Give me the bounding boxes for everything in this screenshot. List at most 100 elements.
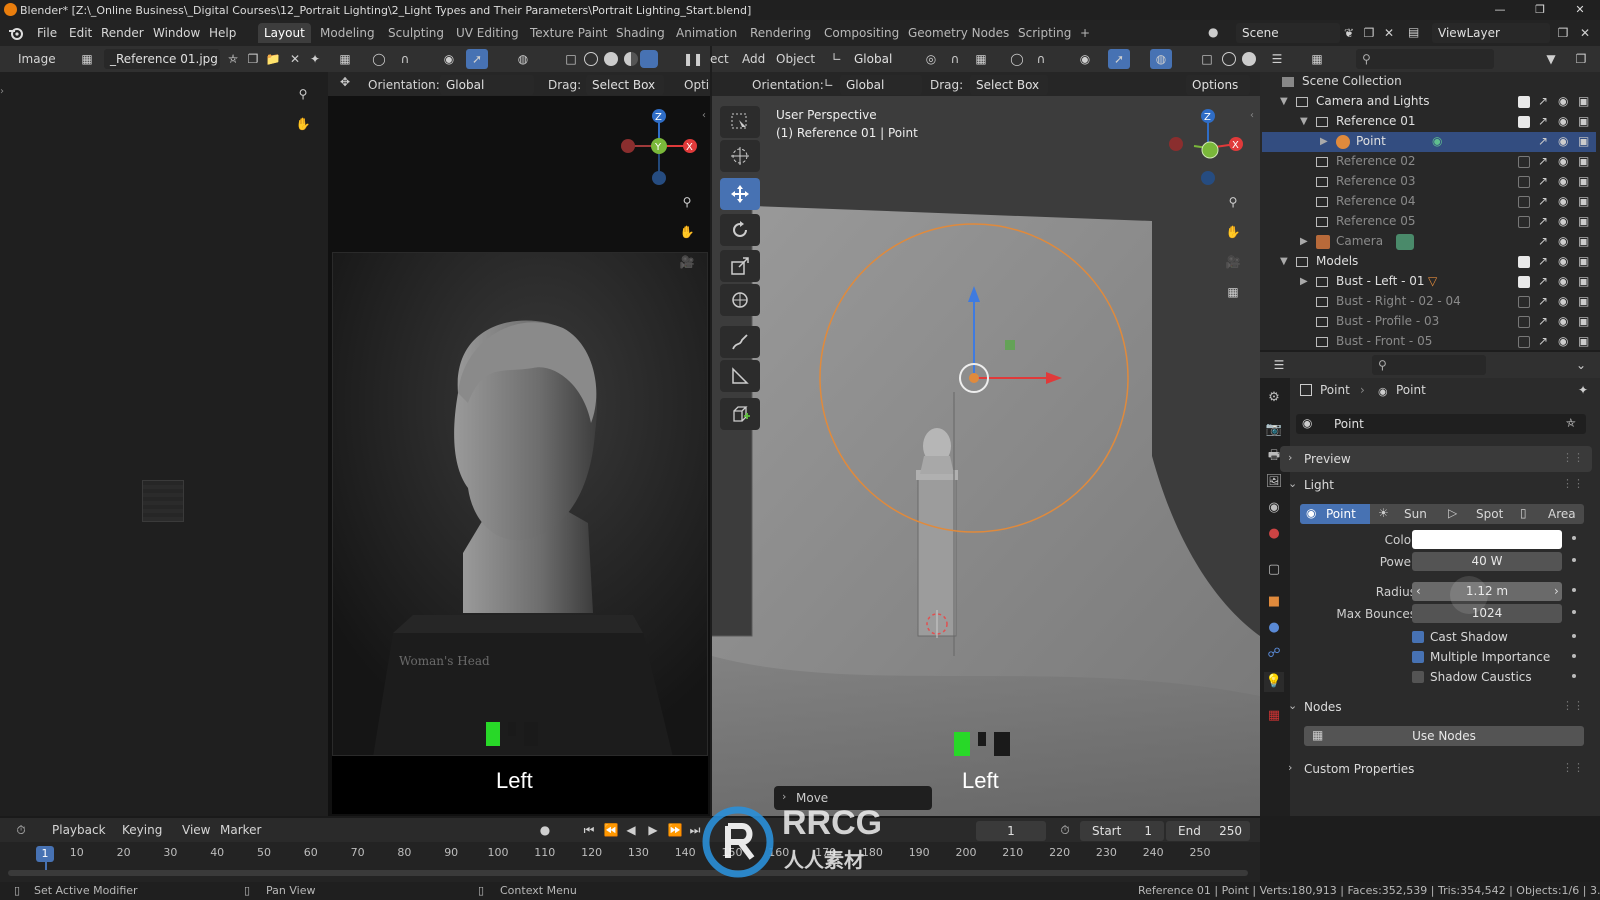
outliner-row-reference-02[interactable]: Reference 02 ↗ ◉ ▣ <box>1262 152 1596 172</box>
play-icon[interactable]: ▶ <box>642 820 664 840</box>
falloff-icon[interactable]: ∩ <box>394 49 416 69</box>
scene-tab-icon[interactable]: ◉ <box>1264 498 1284 518</box>
tab-layout[interactable]: Layout <box>258 23 311 43</box>
display-mode-icon[interactable]: ▦ <box>1306 49 1328 69</box>
zoom-view-icon[interactable]: ⚲ <box>676 192 698 212</box>
cursor-tool[interactable] <box>720 140 760 172</box>
tab-geometry-nodes[interactable]: Geometry Nodes <box>902 23 1015 43</box>
outliner-row-reference-05[interactable]: Reference 05 ↗ ◉ ▣ <box>1262 212 1596 232</box>
selectable-toggle-icon[interactable]: ↗ <box>1538 94 1548 108</box>
hide-viewport-eye-icon[interactable]: ◉ <box>1558 274 1568 288</box>
collapse-arrow-icon[interactable]: ▶ <box>1300 276 1308 287</box>
nodes-grip-icon[interactable]: ⋮⋮ <box>1562 699 1584 712</box>
pivot-icon[interactable]: ◎ <box>920 49 942 69</box>
cast-shadow-checkbox[interactable] <box>1412 631 1424 643</box>
shading-rendered-icon[interactable] <box>640 50 658 68</box>
zoom-main-icon[interactable]: ⚲ <box>1222 192 1244 212</box>
selectable-toggle-icon[interactable]: ↗ <box>1538 234 1548 248</box>
measure-tool[interactable] <box>720 360 760 392</box>
exclude-checkbox[interactable] <box>1518 96 1530 108</box>
max-bounces-keyframe-dot[interactable] <box>1572 610 1576 614</box>
radius-increment-icon[interactable]: › <box>1554 584 1559 598</box>
orientation-dropdown[interactable]: Global <box>440 75 534 95</box>
maximize-button[interactable]: ❐ <box>1520 0 1560 20</box>
duplicate-image-icon[interactable]: ❐ <box>242 49 264 69</box>
expand-arrow-icon[interactable]: ▼ <box>1300 116 1308 127</box>
exclude-checkbox[interactable] <box>1518 176 1530 188</box>
selectable-toggle-icon[interactable]: ↗ <box>1538 174 1548 188</box>
options-dropdown[interactable]: Opti <box>684 78 709 92</box>
use-nodes-button[interactable]: ▦ Use Nodes <box>1304 726 1584 746</box>
light-section[interactable]: ⌄ Light ⋮⋮ <box>1280 472 1592 498</box>
collection-tab-icon[interactable]: ▢ <box>1264 560 1284 580</box>
light-data-tab-icon[interactable]: 💡 <box>1264 672 1284 692</box>
color-swatch[interactable] <box>1412 530 1562 549</box>
image-browse-icon[interactable]: ▦ <box>76 49 98 69</box>
pin-scene-icon[interactable]: ❦ <box>1338 23 1360 43</box>
properties-search-input[interactable]: ⚲ <box>1372 355 1486 375</box>
multiple-importance-keyframe-dot[interactable] <box>1572 654 1576 658</box>
outliner-search-input[interactable]: ⚲ <box>1356 49 1494 69</box>
image-name-field[interactable]: _Reference 01.jpg <box>104 49 220 69</box>
fake-user-icon[interactable]: ⛤ <box>1566 416 1576 431</box>
power-keyframe-dot[interactable] <box>1572 558 1576 562</box>
render-camera-icon[interactable]: ▣ <box>1578 194 1589 208</box>
outliner-row-camera[interactable]: ▶ Camera ↗ ◉ ▣ <box>1262 232 1596 252</box>
multiple-importance-checkbox[interactable] <box>1412 651 1424 663</box>
xray-icon[interactable]: □ <box>560 49 582 69</box>
expand-arrow-icon[interactable]: ▼ <box>1280 96 1288 107</box>
hide-viewport-eye-icon[interactable]: ◉ <box>1558 234 1568 248</box>
outliner-row-point[interactable]: ▶ Point ◉ ↗ ◉ ▣ <box>1262 132 1596 152</box>
timeline-playhead[interactable]: 1 <box>36 846 54 862</box>
drag-dropdown[interactable]: Select Box <box>586 75 664 95</box>
play-reverse-icon[interactable]: ◀ <box>620 820 642 840</box>
radius-decrement-icon[interactable]: ‹ <box>1416 584 1421 598</box>
unlink-image-icon[interactable]: ✕ <box>284 49 306 69</box>
collapse-arrow-icon[interactable]: ▶ <box>1320 136 1328 147</box>
pan-main-icon[interactable]: ✋ <box>1222 222 1244 242</box>
camera-view-icon[interactable]: 🎥 <box>676 252 698 272</box>
render-tab-icon[interactable]: 📷 <box>1264 420 1284 440</box>
physics-tab-icon[interactable]: ● <box>1264 618 1284 638</box>
gizmo-toggle-icon[interactable]: ➚ <box>466 49 488 69</box>
cast-shadow-row[interactable]: Cast Shadow <box>1300 628 1588 648</box>
preview-grip-icon[interactable]: ⋮⋮ <box>1562 451 1584 464</box>
menu-render[interactable]: Render <box>96 24 149 42</box>
tab-scripting[interactable]: Scripting <box>1012 23 1077 43</box>
main-options-dropdown[interactable]: Options <box>1186 75 1250 95</box>
menu-object[interactable]: Object <box>776 52 815 66</box>
shadow-caustics-keyframe-dot[interactable] <box>1572 674 1576 678</box>
light-type-area[interactable]: ▯ Area <box>1512 504 1584 524</box>
prev-keyframe-icon[interactable]: ⏪ <box>600 820 622 840</box>
hide-viewport-eye-icon[interactable]: ◉ <box>1558 194 1568 208</box>
timeline-menu-marker[interactable]: Marker <box>220 823 261 837</box>
menu-window[interactable]: Window <box>148 24 205 42</box>
main-orientation-dropdown[interactable]: Global <box>840 75 922 95</box>
hide-viewport-eye-icon[interactable]: ◉ <box>1558 214 1568 228</box>
radius-keyframe-dot[interactable] <box>1572 588 1576 592</box>
outliner-row-bust-front-05[interactable]: Bust - Front - 05 ↗ ◉ ▣ <box>1262 332 1596 352</box>
light-data-icon[interactable]: ◉ <box>1432 134 1442 148</box>
custom-properties-section[interactable]: › Custom Properties ⋮⋮ <box>1280 756 1592 782</box>
exclude-checkbox[interactable] <box>1518 196 1530 208</box>
new-viewlayer-icon[interactable]: ❐ <box>1552 23 1574 43</box>
cast-shadow-keyframe-dot[interactable] <box>1572 634 1576 638</box>
render-camera-icon[interactable]: ▣ <box>1578 274 1589 288</box>
outliner-row-bust-left-01[interactable]: ▶ Bust - Left - 01 ▽ ↗ ◉ ▣ <box>1262 272 1596 292</box>
overlay-toggle-icon[interactable]: ◍ <box>512 49 534 69</box>
hide-viewport-eye-icon[interactable]: ◉ <box>1558 294 1568 308</box>
hide-viewport-eye-icon[interactable]: ◉ <box>1558 134 1568 148</box>
hide-viewport-eye-icon[interactable]: ◉ <box>1558 114 1568 128</box>
outliner-row-bust-right-02-04[interactable]: Bust - Right - 02 - 04 ↗ ◉ ▣ <box>1262 292 1596 312</box>
viewlayer-icon[interactable]: ▤ <box>1408 25 1419 39</box>
timeline-menu-playback[interactable]: Playback <box>52 823 106 837</box>
close-window-button[interactable]: ✕ <box>1560 0 1600 20</box>
add-cube-tool[interactable] <box>720 398 760 430</box>
exclude-checkbox[interactable] <box>1518 256 1530 268</box>
render-camera-icon[interactable]: ▣ <box>1578 94 1589 108</box>
timeline-ruler[interactable]: 1 10 20 30 40 50 60 70 80 90 100 110 120 130 140 150 160… <box>0 844 1260 870</box>
selectable-toggle-icon[interactable]: ↗ <box>1538 114 1548 128</box>
tab-uv-editing[interactable]: UV Editing <box>450 23 525 43</box>
properties-type-icon[interactable]: ☰ <box>1268 355 1290 375</box>
minimize-button[interactable]: — <box>1480 0 1520 20</box>
